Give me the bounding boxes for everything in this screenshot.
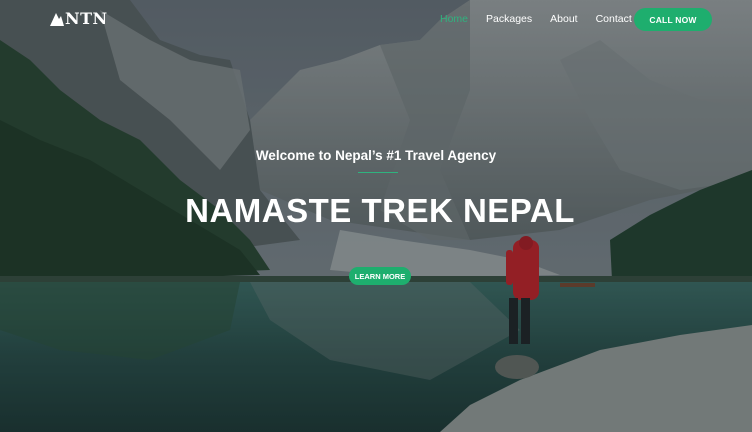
call-now-button[interactable]: CALL NOW [634,8,712,31]
hero-section: NTN Home Packages About Contact CALL NOW… [0,0,752,432]
top-navbar: NTN Home Packages About Contact CALL NOW [0,0,752,40]
hero-subtitle: Welcome to Nepal’s #1 Travel Agency [255,148,497,163]
hero-title: NAMASTE TREK NEPAL [185,192,575,229]
mountain-icon [50,12,64,26]
nav-link-about[interactable]: About [550,13,577,25]
hero-divider [358,172,398,173]
nav-link-contact[interactable]: Contact [596,13,632,25]
main-menu: Home Packages About Contact [440,13,650,25]
brand-logo[interactable]: NTN [50,9,108,28]
nav-link-home[interactable]: Home [440,13,468,25]
nav-link-packages[interactable]: Packages [486,13,532,25]
brand-logo-text: NTN [65,9,108,28]
learn-more-button[interactable]: LEARN MORE [349,267,411,285]
